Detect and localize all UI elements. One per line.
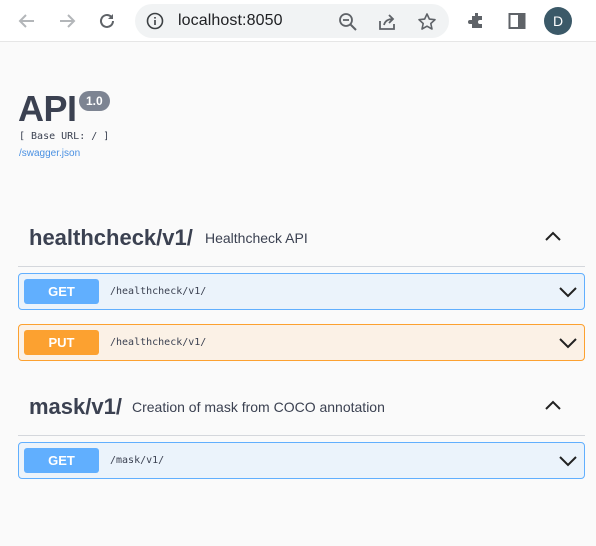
method-badge: PUT [24,330,99,355]
more-icon[interactable]: ⋮ [590,7,596,32]
operation-put-healthcheck[interactable]: PUT /healthcheck/v1/ [18,324,585,361]
browser-toolbar: localhost:8050 D ⋮ [0,0,596,42]
operation-path: /mask/v1/ [110,455,165,466]
page-title: API [18,88,77,129]
chevron-down-icon[interactable] [558,451,578,471]
avatar[interactable]: D [544,7,572,35]
operation-get-mask[interactable]: GET /mask/v1/ [18,442,585,479]
operation-path: /healthcheck/v1/ [110,337,207,348]
zoom-out-icon[interactable] [337,11,359,33]
star-icon[interactable] [416,11,438,33]
swagger-json-link[interactable]: /swagger.json [19,148,80,159]
chevron-down-icon[interactable] [558,282,578,302]
method-badge: GET [24,279,99,304]
side-panel-icon[interactable] [504,8,530,34]
collapse-icon[interactable] [543,395,563,415]
tag-description: Healthcheck API [205,230,308,246]
operation-get-healthcheck[interactable]: GET /healthcheck/v1/ [18,273,585,310]
operation-path: /healthcheck/v1/ [110,286,207,297]
tag-name: healthcheck/v1/ [29,225,193,250]
collapse-icon[interactable] [543,226,563,246]
share-icon[interactable] [376,11,398,33]
extensions-icon[interactable] [464,8,490,34]
method-badge: GET [24,448,99,473]
info-icon[interactable] [145,11,165,31]
version-badge: 1.0 [79,91,110,111]
address-bar[interactable]: localhost:8050 [135,4,449,38]
tag-name: mask/v1/ [29,394,122,419]
back-icon[interactable] [14,8,40,34]
chevron-down-icon[interactable] [558,333,578,353]
tag-header-healthcheck[interactable]: healthcheck/v1/ Healthcheck API [18,211,585,267]
base-url: [ Base URL: / ] [19,131,110,142]
tag-header-mask[interactable]: mask/v1/ Creation of mask from COCO anno… [18,380,585,436]
reload-icon[interactable] [94,8,120,34]
tag-description: Creation of mask from COCO annotation [132,399,385,415]
url-text[interactable]: localhost:8050 [178,12,283,30]
forward-icon[interactable] [54,8,80,34]
